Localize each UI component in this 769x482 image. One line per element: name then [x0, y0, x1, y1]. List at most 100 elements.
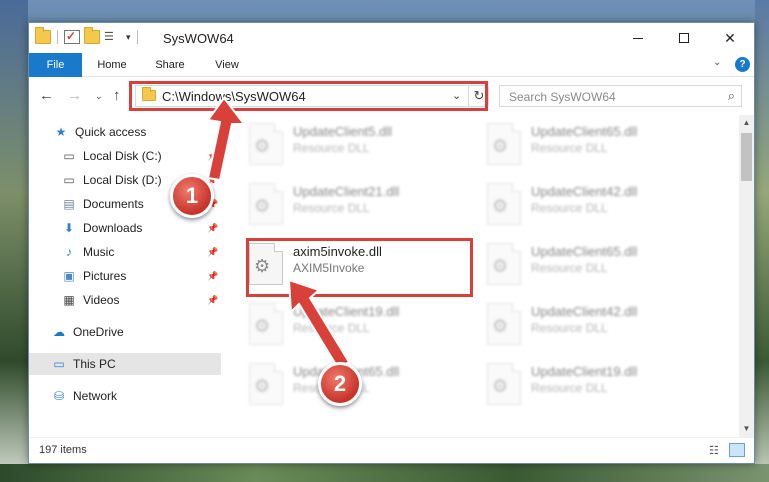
scroll-down-arrow-icon[interactable]: ▼ [739, 421, 754, 437]
list-item[interactable]: UpdateClient19.dll Resource DLL [485, 361, 711, 413]
film-icon: ▦ [63, 293, 75, 307]
pin-icon: 📌 [207, 246, 219, 257]
minimize-icon [633, 37, 643, 39]
sidebar-item-label: Documents [83, 197, 144, 211]
step-2-arrow-icon [287, 278, 351, 370]
search-placeholder: Search SysWOW64 [509, 90, 616, 104]
music-note-icon: ♪ [66, 245, 72, 259]
sidebar-item-videos[interactable]: ▦ Videos 📌 [29, 289, 221, 311]
dll-file-gear-icon [487, 183, 521, 225]
sidebar-item-label: Local Disk (D:) [83, 173, 162, 187]
tab-home[interactable]: Home [89, 53, 135, 77]
file-name: UpdateClient5.dll [293, 124, 393, 139]
sidebar-item-label: Pictures [83, 269, 127, 283]
customize-toolbar-chevron-icon[interactable]: ▾ [126, 32, 131, 43]
drive-icon: ▭ [63, 149, 75, 163]
dll-file-gear-icon [487, 303, 521, 345]
desktop-background-right [755, 0, 769, 482]
documents-icon: ▤ [63, 197, 75, 211]
dll-file-gear-icon [249, 363, 283, 405]
desktop-background-left [0, 0, 28, 482]
status-bar: 197 items ☷ [29, 437, 754, 463]
file-description: Resource DLL [531, 321, 608, 335]
network-icon: ⛁ [53, 389, 65, 403]
dll-file-gear-icon [487, 363, 521, 405]
file-description: Resource DLL [531, 141, 608, 155]
target-file-highlight [246, 238, 473, 297]
file-name: UpdateClient21.dll [293, 184, 400, 199]
tab-share[interactable]: Share [147, 53, 193, 77]
up-button[interactable]: ↑ [113, 87, 121, 104]
list-item[interactable]: UpdateClient42.dll Resource DLL [485, 181, 711, 233]
list-item[interactable]: UpdateClient65.dll Resource DLL [485, 121, 711, 173]
tab-file[interactable]: File [29, 53, 82, 77]
file-description: Resource DLL [293, 141, 370, 155]
list-item[interactable]: UpdateClient21.dll Resource DLL [247, 181, 473, 233]
ribbon-tabs: File Home Share View ⌄ ? [29, 53, 754, 77]
expand-ribbon-chevron-icon[interactable]: ⌄ [713, 57, 721, 68]
scroll-thumb[interactable] [741, 133, 752, 181]
scroll-up-arrow-icon[interactable]: ▲ [739, 115, 754, 131]
step-1-arrow-icon [206, 96, 247, 182]
sidebar-item-label: Quick access [75, 125, 147, 139]
list-properties-icon[interactable]: ☰ [104, 30, 122, 44]
sidebar-item-label: Music [83, 245, 115, 259]
file-name: UpdateClient19.dll [531, 364, 638, 379]
folder-icon[interactable] [35, 27, 51, 44]
address-bar-highlight [129, 81, 488, 111]
properties-check-icon[interactable] [64, 29, 80, 44]
sidebar-item-label: Network [73, 389, 118, 403]
dll-file-gear-icon [249, 303, 283, 345]
item-count: 197 items [39, 444, 87, 456]
file-name: UpdateClient65.dll [531, 244, 638, 259]
sidebar-item-network[interactable]: ⛁ Network [29, 385, 221, 407]
file-description: Resource DLL [531, 261, 608, 275]
sidebar-item-label: Local Disk (C:) [83, 149, 162, 163]
drive-icon: ▭ [63, 173, 75, 187]
list-item[interactable]: UpdateClient19.dllResource DLL [247, 301, 473, 353]
monitor-icon: ▭ [53, 357, 65, 371]
vertical-scrollbar[interactable]: ▲ ▼ [739, 115, 754, 437]
step-1-badge: 1 [170, 174, 214, 218]
search-input[interactable]: Search SysWOW64 ⌕ [499, 85, 742, 107]
close-button[interactable]: ✕ [707, 23, 753, 53]
sidebar-item-onedrive[interactable]: ☁ OneDrive [29, 321, 221, 343]
sidebar-item-pictures[interactable]: ▣ Pictures 📌 [29, 265, 221, 287]
search-icon[interactable]: ⌕ [728, 88, 735, 104]
list-item[interactable]: UpdateClient65.dll Resource DLL [485, 241, 711, 293]
file-description: Resource DLL [531, 381, 608, 395]
sidebar-item-downloads[interactable]: ⬇ Downloads 📌 [29, 217, 221, 239]
forward-button[interactable]: → [67, 87, 82, 104]
maximize-button[interactable] [661, 23, 707, 53]
download-arrow-icon: ⬇ [63, 221, 75, 235]
file-description: Resource DLL [293, 201, 370, 215]
dll-file-gear-icon [487, 243, 521, 285]
pin-icon: 📌 [207, 270, 219, 281]
list-item[interactable]: UpdateClient5.dll Resource DLL [247, 121, 473, 173]
pictures-icon: ▣ [63, 269, 75, 283]
file-name: UpdateClient42.dll [531, 304, 638, 319]
step-2-badge: 2 [318, 362, 362, 406]
recent-locations-chevron-icon[interactable]: ⌄ [95, 91, 103, 102]
file-name: UpdateClient42.dll [531, 184, 638, 199]
list-item[interactable]: UpdateClient42.dll Resource DLL [485, 301, 711, 353]
pin-icon: 📌 [207, 294, 219, 305]
tiles-view-icon[interactable] [729, 443, 745, 457]
star-icon: ★ [55, 125, 67, 139]
pin-icon: 📌 [207, 222, 219, 233]
sidebar-item-label: Downloads [83, 221, 143, 235]
divider [57, 30, 58, 44]
sidebar-item-label: This PC [73, 357, 116, 371]
sidebar-item-this-pc[interactable]: ▭ This PC [29, 353, 221, 375]
file-name: UpdateClient65.dll [531, 124, 638, 139]
details-view-icon[interactable]: ☷ [709, 444, 725, 457]
tab-view[interactable]: View [205, 53, 249, 77]
minimize-button[interactable] [615, 23, 661, 53]
new-folder-icon[interactable] [84, 27, 100, 44]
sidebar-item-label: OneDrive [73, 325, 124, 339]
divider [136, 30, 138, 44]
back-button[interactable]: ← [39, 87, 54, 104]
dll-file-gear-icon [487, 123, 521, 165]
help-icon[interactable]: ? [735, 57, 750, 72]
sidebar-item-music[interactable]: ♪ Music 📌 [29, 241, 221, 263]
